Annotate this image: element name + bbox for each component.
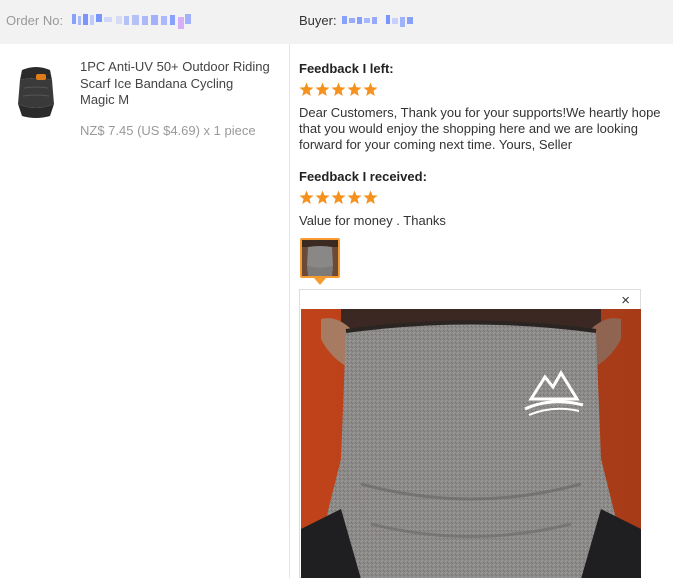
feedback-left-text: Dear Customers, Thank you for your suppo… xyxy=(299,105,661,152)
feedback-received-stars xyxy=(299,190,378,205)
star-icon xyxy=(363,190,378,204)
close-icon[interactable]: × xyxy=(621,293,630,309)
buyer-label: Buyer: xyxy=(299,13,337,28)
star-icon xyxy=(299,190,314,204)
order-number-label: Order No: xyxy=(6,13,64,28)
star-icon xyxy=(331,190,346,204)
buyer-photo-thumbnail[interactable] xyxy=(300,238,340,278)
star-icon xyxy=(363,82,378,96)
star-icon xyxy=(347,190,362,204)
product-thumbnail[interactable] xyxy=(14,64,58,118)
order-number-redacted xyxy=(72,12,194,30)
star-icon xyxy=(347,82,362,96)
feedback-left-heading: Feedback I left: xyxy=(299,61,394,76)
feedback-received-heading: Feedback I received: xyxy=(299,169,427,184)
thumbnail-pointer xyxy=(314,278,326,285)
neck-gaiter-product-icon xyxy=(14,67,58,122)
order-header: Order No: Buyer: xyxy=(0,0,673,44)
star-icon xyxy=(315,190,330,204)
star-icon xyxy=(331,82,346,96)
buyer-name-redacted xyxy=(342,12,418,30)
photo-preview-panel: × xyxy=(299,289,641,578)
product-title[interactable]: 1PC Anti-UV 50+ Outdoor Riding Scarf Ice… xyxy=(80,59,270,109)
feedback-left-stars xyxy=(299,82,378,97)
buyer-photo-large xyxy=(301,309,641,578)
star-icon xyxy=(315,82,330,96)
feedback-received-text: Value for money . Thanks xyxy=(299,213,446,228)
column-divider xyxy=(289,44,290,578)
star-icon xyxy=(299,82,314,96)
product-price: NZ$ 7.45 (US $4.69) x 1 piece xyxy=(80,123,256,138)
